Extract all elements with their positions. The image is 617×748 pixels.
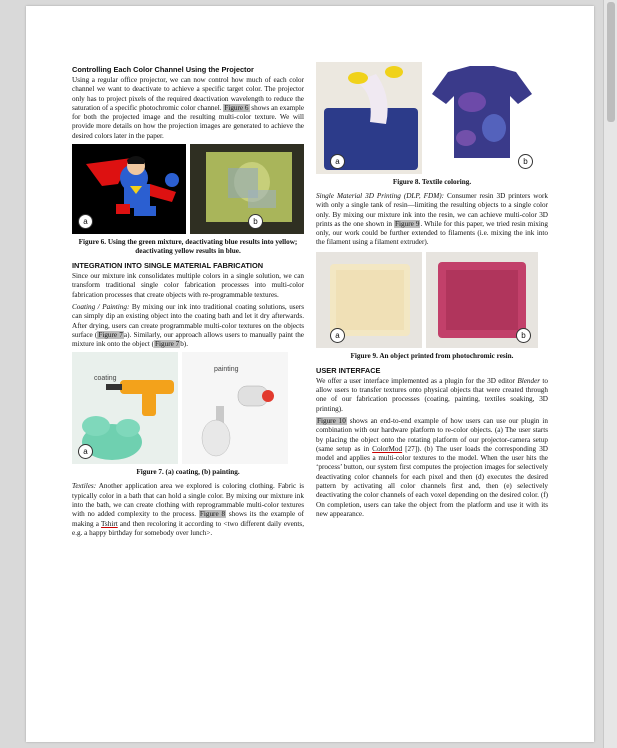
- figure-ref[interactable]: Figure 10: [316, 416, 347, 425]
- painting-label: painting: [214, 366, 239, 374]
- section-heading-user-interface: USER INTERFACE: [316, 365, 381, 375]
- badge-b: b: [248, 214, 263, 230]
- fig6-image-b: b: [190, 144, 304, 235]
- figure-8-caption: Figure 8. Textile coloring.: [392, 178, 472, 186]
- figure-6-caption: Figure 6. Using the green mixture, deact…: [78, 238, 298, 256]
- citation-link[interactable]: ColorMod: [372, 445, 402, 453]
- figure-ref[interactable]: Figure 7: [154, 340, 181, 349]
- figure-ref[interactable]: Figure 8: [198, 510, 227, 519]
- paragraph-textiles: Textiles: Another application area we ex…: [72, 482, 304, 538]
- left-column: Controlling Each Color Channel Using the…: [72, 62, 304, 541]
- text: We offer a user interface implemented as…: [316, 376, 518, 385]
- projected-texture-photo: [190, 144, 304, 235]
- scrollbar-thumb[interactable]: [607, 2, 615, 122]
- right-column: a b Figure 8. Textile coloring. Single M…: [316, 62, 548, 522]
- figure-7: coating a painting: [72, 352, 304, 465]
- figure-7-caption: Figure 7. (a) coating, (b) painting.: [136, 468, 240, 477]
- paragraph-plugin: Figure 10 shows an end-to-end example of…: [316, 416, 548, 519]
- figure-9-caption: Figure 9. An object printed from photoch…: [350, 351, 514, 360]
- figure-ref[interactable]: Figure 7: [97, 330, 124, 339]
- figure-8: a b: [316, 62, 548, 174]
- text: b).: [180, 340, 188, 349]
- badge-a: a: [78, 214, 93, 230]
- fig8-image-a: a: [316, 62, 422, 174]
- text: Tshirt: [101, 519, 118, 528]
- fig9-image-b: b: [426, 251, 538, 348]
- section-heading-projector: Controlling Each Color Channel Using the…: [72, 65, 254, 74]
- text: Single Material 3D Printing (DLP, FDM):: [316, 192, 445, 200]
- section-heading-integration: INTEGRATION INTO SINGLE MATERIAL FABRICA…: [72, 261, 264, 271]
- badge-b: b: [518, 154, 533, 169]
- fig8-image-b: b: [426, 62, 538, 174]
- badge-a: a: [330, 327, 345, 343]
- badge-b: b: [516, 327, 531, 343]
- fig6-image-a: a: [72, 144, 186, 235]
- text: Coating / Painting:: [72, 302, 130, 311]
- text: Textiles:: [72, 482, 97, 491]
- fig9-image-a: a: [316, 251, 422, 348]
- paragraph-ui: We offer a user interface implemented as…: [316, 377, 548, 414]
- paragraph-integration: Since our mixture ink consolidates multi…: [72, 272, 304, 299]
- figure-ref[interactable]: Figure 6: [223, 103, 250, 112]
- badge-a: a: [330, 154, 345, 169]
- paragraph-coating: Coating / Painting: By mixing our ink in…: [72, 303, 304, 349]
- text: [27]). (b) The user loads the correspond…: [316, 444, 548, 518]
- paragraph-3d-printing: Single Material 3D Printing (DLP, FDM): …: [316, 192, 548, 248]
- figure-9: a b: [316, 251, 548, 348]
- document-page: Controlling Each Color Channel Using the…: [26, 6, 594, 742]
- text: Blender: [517, 376, 541, 385]
- fig7-image-a: coating a: [72, 352, 178, 465]
- paragraph-projector: Using a regular office projector, we can…: [72, 76, 304, 141]
- figure-ref[interactable]: Figure 9: [394, 219, 421, 228]
- fig7-image-b: painting: [182, 352, 288, 465]
- figure-6: a b: [72, 144, 304, 235]
- vertical-scrollbar[interactable]: [603, 0, 617, 748]
- coating-label: coating: [94, 375, 117, 383]
